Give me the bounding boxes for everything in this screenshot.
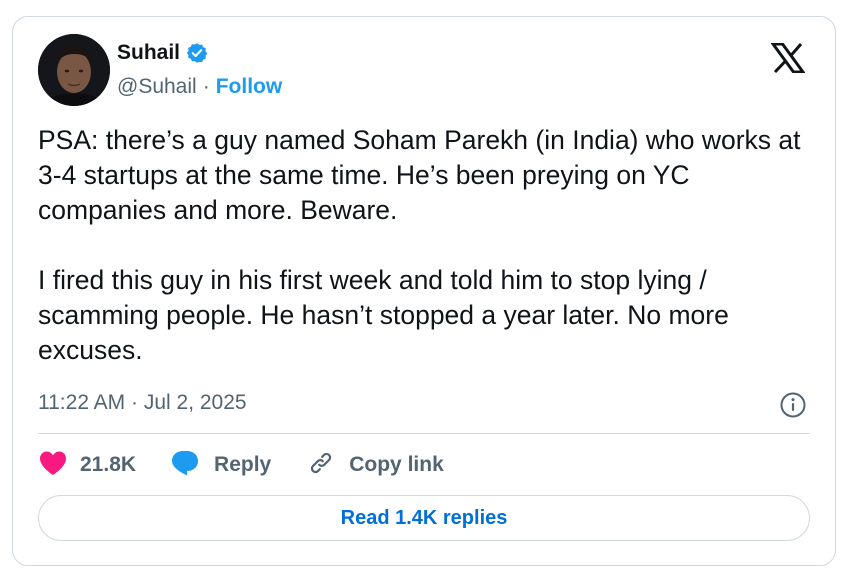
heart-icon	[38, 450, 68, 481]
reply-label: Reply	[214, 453, 272, 476]
read-replies-button[interactable]: Read 1.4K replies	[38, 495, 810, 541]
separator-dot: ·	[202, 75, 210, 98]
avatar[interactable]	[38, 34, 110, 106]
author-handle[interactable]: @Suhail	[117, 75, 197, 99]
like-button[interactable]: 21.8K	[38, 450, 136, 481]
handle-row: @Suhail · Follow	[117, 75, 282, 99]
like-count: 21.8K	[80, 453, 137, 476]
tweet-paragraph-2: I fired this guy in his first week and t…	[38, 265, 737, 365]
reply-button[interactable]: Reply	[170, 449, 271, 482]
x-logo-icon[interactable]	[770, 42, 806, 78]
tweet-actions: 21.8K Reply Copy link	[38, 450, 444, 480]
copy-link-button[interactable]: Copy link	[307, 449, 444, 482]
tweet-timestamp[interactable]: 11:22 AM · Jul 2, 2025	[38, 391, 247, 415]
author-name-row: Suhail	[117, 41, 208, 65]
divider	[38, 433, 810, 434]
author-name[interactable]: Suhail	[117, 41, 180, 65]
follow-link[interactable]: Follow	[216, 75, 283, 99]
verified-badge-icon	[186, 42, 208, 64]
copy-link-label: Copy link	[349, 453, 444, 476]
avatar-photo	[38, 34, 110, 106]
speech-bubble-icon	[170, 449, 200, 482]
tweet-paragraph-1: PSA: there’s a guy named Soham Parekh (i…	[38, 125, 808, 225]
link-icon	[307, 449, 335, 482]
tweet-text: PSA: there’s a guy named Soham Parekh (i…	[38, 123, 818, 368]
info-icon[interactable]	[779, 391, 807, 424]
tweet-embed-card: Suhail @Suhail · Follow PSA: there’s a g…	[12, 16, 836, 566]
